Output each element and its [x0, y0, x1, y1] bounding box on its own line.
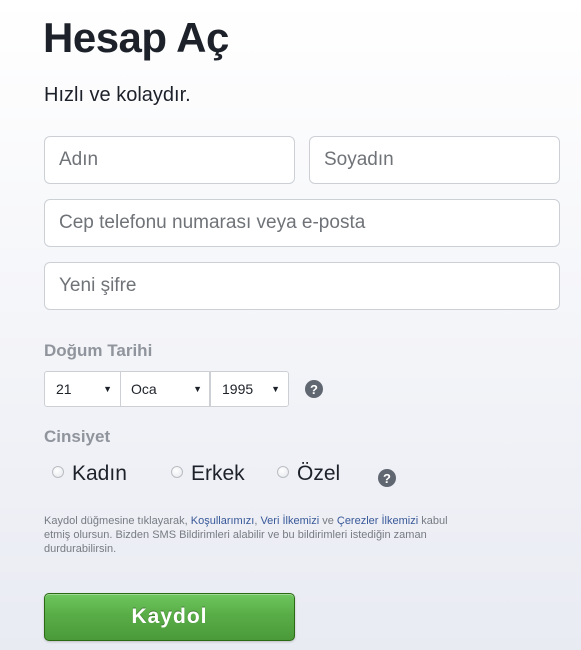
- first-name-input[interactable]: [44, 136, 295, 184]
- terms-notice: Kaydol düğmesine tıklayarak, Koşullarımı…: [44, 514, 454, 556]
- birthday-year-select[interactable]: 1995 ▼: [210, 371, 289, 407]
- radio-button[interactable]: [171, 466, 183, 478]
- birthday-day-select[interactable]: 21 ▼: [44, 371, 121, 407]
- birthday-year-value: 1995: [222, 381, 254, 397]
- terms-text: ve: [319, 515, 337, 527]
- radio-button[interactable]: [52, 466, 64, 478]
- chevron-down-icon: ▼: [103, 384, 112, 394]
- signup-button[interactable]: Kaydol: [44, 593, 295, 641]
- gender-option-label: Özel: [297, 462, 341, 485]
- gender-help-question-icon[interactable]: ?: [378, 469, 396, 487]
- last-name-input[interactable]: [309, 136, 560, 184]
- chevron-down-icon: ▼: [271, 384, 280, 394]
- page-title: Hesap Aç: [43, 14, 229, 61]
- data-policy-link[interactable]: Veri İlkemizi: [260, 515, 319, 527]
- birthday-month-value: Oca: [131, 381, 157, 397]
- birthday-day-value: 21: [56, 381, 72, 397]
- page-subtitle: Hızlı ve kolaydır.: [44, 84, 191, 106]
- gender-option-label: Kadın: [72, 462, 127, 485]
- signup-form: Hesap Aç Hızlı ve kolaydır. Doğum Tarihi…: [0, 0, 581, 650]
- cookies-policy-link[interactable]: Çerezler İlkemizi: [337, 515, 418, 527]
- terms-link[interactable]: Koşullarımızı: [191, 515, 255, 527]
- phone-or-email-input[interactable]: [44, 199, 560, 247]
- terms-text: Kaydol düğmesine tıklayarak,: [44, 515, 191, 527]
- chevron-down-icon: ▼: [193, 384, 202, 394]
- birthday-help-question-icon[interactable]: ?: [305, 380, 323, 398]
- birthday-month-select[interactable]: Oca ▼: [120, 371, 210, 407]
- gender-label: Cinsiyet: [44, 427, 111, 446]
- gender-option-custom[interactable]: Özel: [277, 462, 340, 486]
- gender-option-label: Erkek: [191, 462, 245, 485]
- gender-option-male[interactable]: Erkek: [171, 462, 245, 486]
- radio-button[interactable]: [277, 466, 289, 478]
- gender-option-female[interactable]: Kadın: [52, 462, 127, 486]
- new-password-input[interactable]: [44, 262, 560, 310]
- birthday-label: Doğum Tarihi: [44, 341, 153, 360]
